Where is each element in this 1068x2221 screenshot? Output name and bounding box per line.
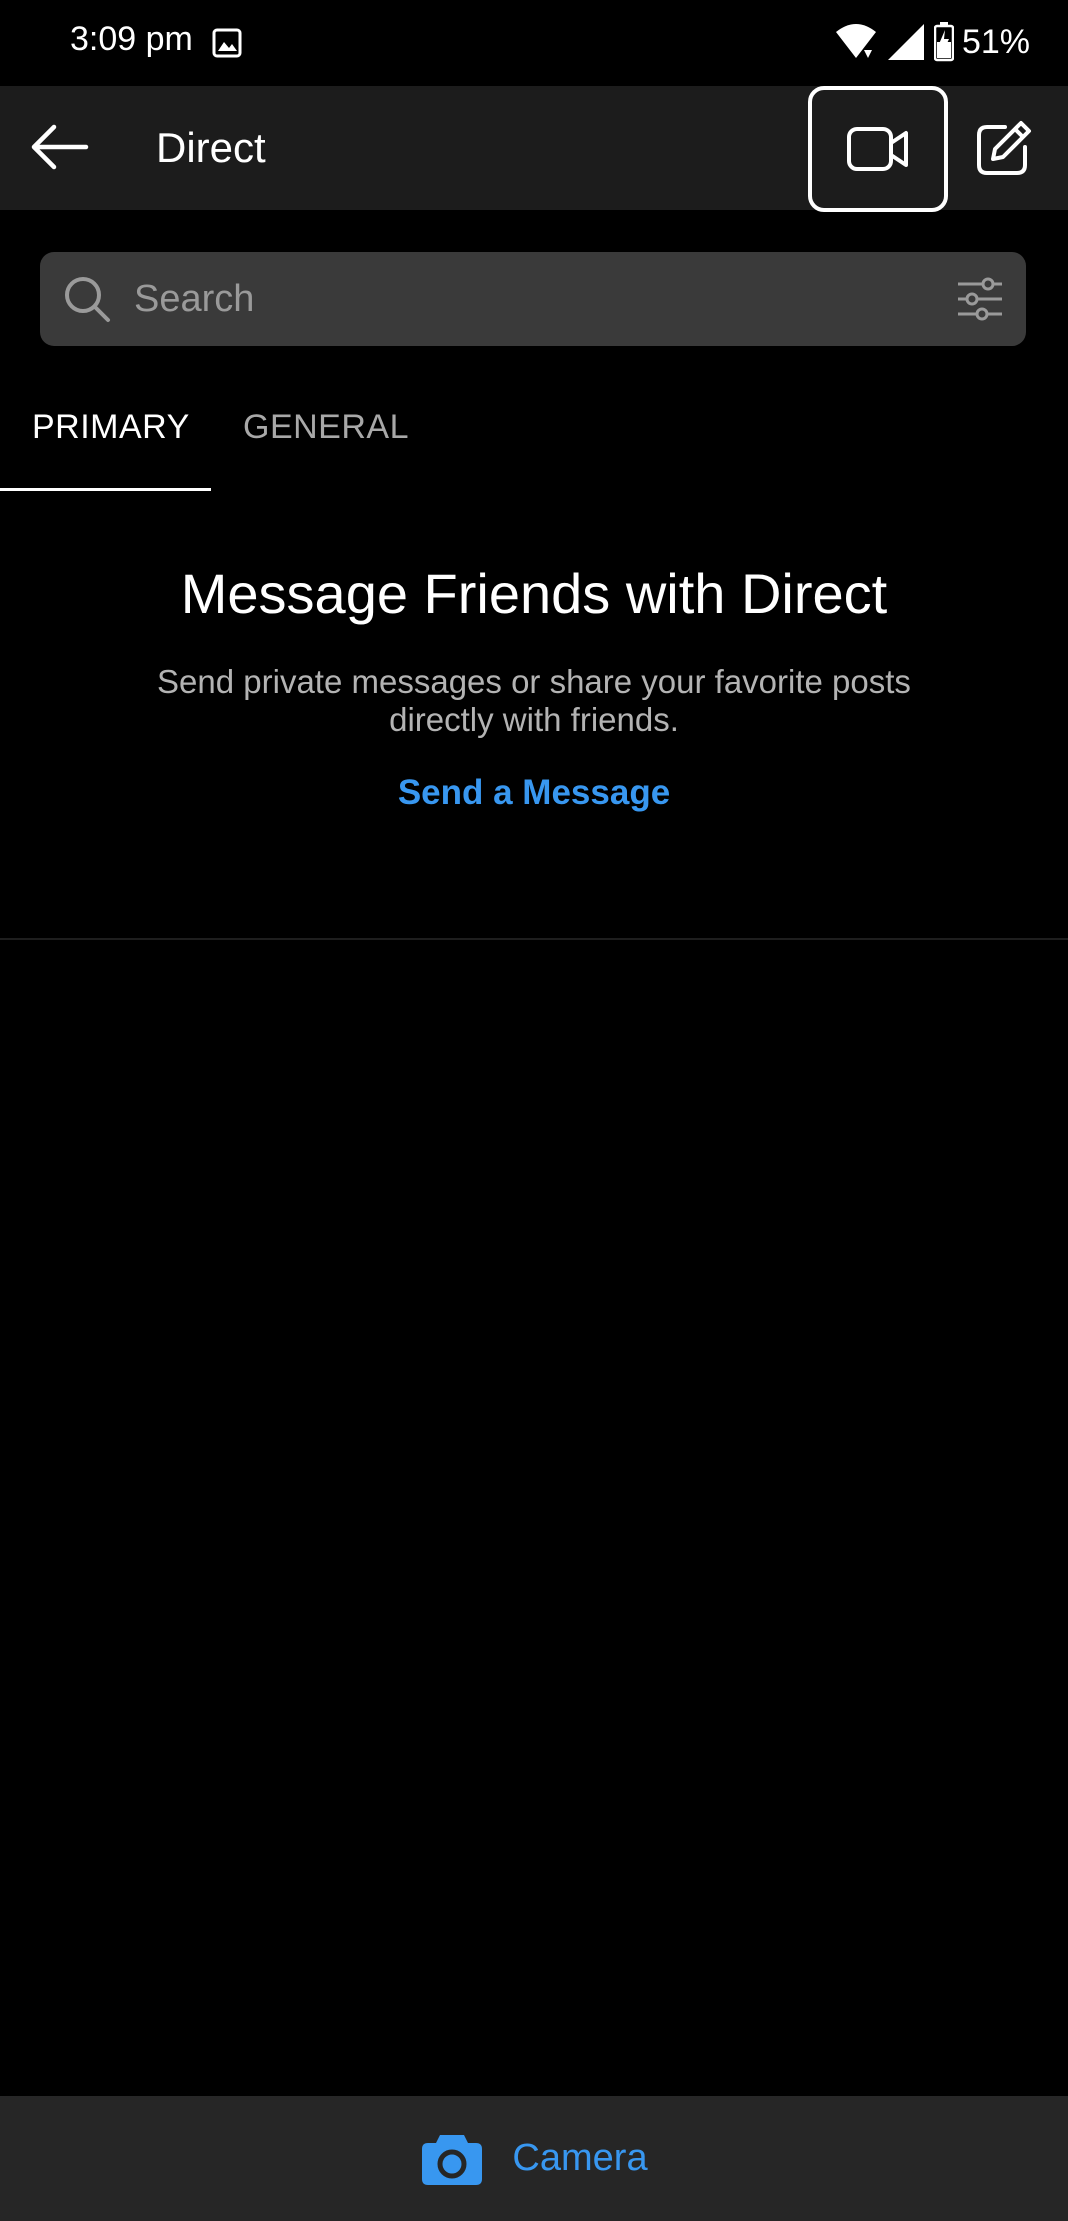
status-bar: 3:09 pm 51%: [0, 0, 1068, 86]
back-button[interactable]: [26, 116, 92, 178]
status-icons: 51%: [834, 20, 1030, 64]
battery-percent: 51%: [961, 22, 1030, 61]
video-camera-icon: [847, 127, 908, 171]
search-icon: [65, 277, 110, 322]
signal-icon: [887, 24, 924, 60]
status-time: 3:09 pm: [70, 20, 193, 58]
divider: [0, 938, 1068, 940]
page-title: Direct: [156, 124, 266, 171]
empty-state-body: Send private messages or share your favo…: [157, 663, 911, 739]
camera-label: Camera: [512, 2137, 648, 2179]
search-bar: [40, 252, 1026, 346]
search-input[interactable]: [134, 252, 914, 346]
tab-bar: PRIMARY GENERAL: [0, 390, 1068, 492]
empty-state: Message Friends with Direct Send private…: [0, 560, 1068, 813]
wifi-icon: [835, 24, 876, 58]
gallery-icon: [212, 28, 242, 58]
send-message-link[interactable]: Send a Message: [398, 773, 670, 813]
camera-icon: [422, 2134, 483, 2185]
back-arrow-icon: [31, 124, 89, 170]
compose-button[interactable]: [970, 116, 1036, 182]
camera-button[interactable]: Camera: [0, 2096, 1068, 2221]
filter-icon[interactable]: [956, 276, 1004, 322]
active-tab-indicator: [0, 488, 211, 491]
tab-general[interactable]: GENERAL: [243, 408, 409, 447]
tab-primary[interactable]: PRIMARY: [32, 408, 190, 447]
battery-charging-icon: [933, 22, 954, 62]
compose-icon: [977, 121, 1031, 175]
video-call-button[interactable]: [808, 86, 948, 212]
app-header: Direct: [0, 86, 1068, 212]
empty-state-title: Message Friends with Direct: [180, 562, 888, 625]
